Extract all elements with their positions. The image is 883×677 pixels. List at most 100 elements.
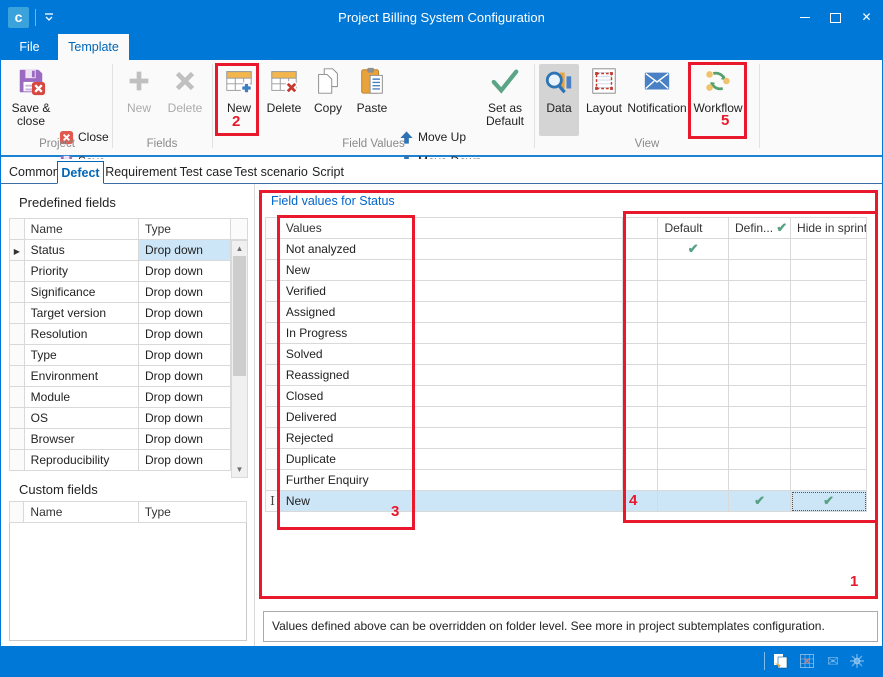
value-cell[interactable]: Further Enquiry [279,470,622,491]
tab-template[interactable]: Template [58,34,129,60]
row-selector[interactable] [10,366,25,387]
table-row[interactable]: Type Drop down [10,345,248,366]
row-selector[interactable] [266,449,280,470]
table-row[interactable]: Browser Drop down [10,429,248,450]
row-selector[interactable] [266,302,280,323]
table-row[interactable]: Target version Drop down [10,303,248,324]
defined-cell[interactable] [729,386,791,407]
default-cell[interactable] [658,302,729,323]
tab-requirement[interactable]: Requirement [104,161,178,184]
field-type-cell[interactable]: Drop down [138,261,230,282]
column-header-type[interactable]: Type [138,502,246,523]
table-row[interactable]: Rejected [266,428,867,449]
table-row[interactable]: Verified [266,281,867,302]
table-row[interactable]: Duplicate [266,449,867,470]
field-type-cell[interactable]: Drop down [138,387,230,408]
field-name-cell[interactable]: Type [24,345,138,366]
notification-view-button[interactable]: Notification [627,64,687,136]
fields-delete-button[interactable]: Delete [162,64,208,136]
spacer-cell[interactable] [623,407,658,428]
row-selector[interactable] [266,470,280,491]
value-cell[interactable]: New [279,260,622,281]
spacer-cell[interactable] [623,470,658,491]
row-selector[interactable]: I [266,491,280,512]
table-row[interactable]: Assigned [266,302,867,323]
value-cell[interactable]: Verified [279,281,622,302]
spacer-cell[interactable] [623,323,658,344]
table-row[interactable]: New [266,260,867,281]
defined-cell[interactable] [729,323,791,344]
scroll-up-icon[interactable]: ▲ [232,241,247,256]
field-name-cell[interactable]: Reproducibility [24,450,138,471]
default-cell[interactable] [658,344,729,365]
field-type-cell[interactable]: Drop down [138,240,230,261]
column-header-default[interactable]: Default [658,218,729,239]
default-cell[interactable] [658,449,729,470]
tab-script[interactable]: Script [308,161,348,184]
row-selector[interactable] [10,345,25,366]
hide-in-sprints-cell[interactable] [791,302,867,323]
hide-in-sprints-cell[interactable] [791,260,867,281]
table-row[interactable]: Closed [266,386,867,407]
default-cell[interactable] [658,365,729,386]
default-cell[interactable] [658,428,729,449]
field-type-cell[interactable]: Drop down [138,450,230,471]
table-row[interactable]: Priority Drop down [10,261,248,282]
hide-in-sprints-cell[interactable] [791,470,867,491]
pointer-pages-icon[interactable] [771,652,791,670]
table-row[interactable]: Reproducibility Drop down [10,450,248,471]
mail-status-icon[interactable]: ✉ [823,652,843,670]
row-selector[interactable] [10,303,25,324]
field-type-cell[interactable]: Drop down [138,345,230,366]
hide-in-sprints-cell[interactable] [791,428,867,449]
spacer-cell[interactable] [623,239,658,260]
column-header-name[interactable]: Name [24,219,138,240]
default-cell[interactable] [658,470,729,491]
maximize-button[interactable] [820,1,851,34]
field-name-cell[interactable]: Environment [24,366,138,387]
minimize-button[interactable] [789,1,820,34]
row-selector[interactable]: ▶ [10,240,25,261]
default-cell[interactable] [658,260,729,281]
table-row[interactable]: Significance Drop down [10,282,248,303]
defined-cell[interactable] [729,344,791,365]
default-cell[interactable] [658,407,729,428]
column-header-spacer[interactable] [623,218,658,239]
spacer-cell[interactable] [623,281,658,302]
hide-in-sprints-cell[interactable] [791,449,867,470]
hide-in-sprints-cell[interactable] [791,239,867,260]
column-header-defined[interactable]: Defin... ✔ [729,218,791,239]
default-cell[interactable] [658,491,729,512]
hide-in-sprints-cell[interactable]: ✔ [791,491,867,512]
scroll-down-icon[interactable]: ▼ [232,462,247,477]
default-cell[interactable]: ✔ [658,239,729,260]
table-row[interactable]: Reassigned [266,365,867,386]
row-selector[interactable] [10,324,25,345]
hide-in-sprints-cell[interactable] [791,386,867,407]
defined-cell[interactable] [729,239,791,260]
layout-view-button[interactable]: Layout [582,64,626,136]
tab-test-case[interactable]: Test case [178,161,234,184]
row-selector[interactable] [266,344,280,365]
row-selector[interactable] [10,408,25,429]
column-header-type[interactable]: Type [138,219,230,240]
table-row[interactable]: Solved [266,344,867,365]
custom-fields-empty-area[interactable] [9,523,247,641]
value-cell[interactable]: Assigned [279,302,622,323]
defined-cell[interactable] [729,470,791,491]
tab-test-scenario[interactable]: Test scenario [234,161,308,184]
table-row[interactable]: Further Enquiry [266,470,867,491]
spacer-cell[interactable] [623,365,658,386]
column-header-name[interactable]: Name [24,502,138,523]
row-selector[interactable] [10,261,25,282]
value-cell[interactable]: Rejected [279,428,622,449]
defined-cell[interactable] [729,449,791,470]
field-name-cell[interactable]: Resolution [24,324,138,345]
field-type-cell[interactable]: Drop down [138,303,230,324]
tab-file[interactable]: File [1,34,58,60]
close-button[interactable]: ✕ [851,1,882,34]
default-cell[interactable] [658,386,729,407]
defined-cell[interactable] [729,260,791,281]
value-cell[interactable]: Reassigned [279,365,622,386]
spacer-cell[interactable] [623,428,658,449]
